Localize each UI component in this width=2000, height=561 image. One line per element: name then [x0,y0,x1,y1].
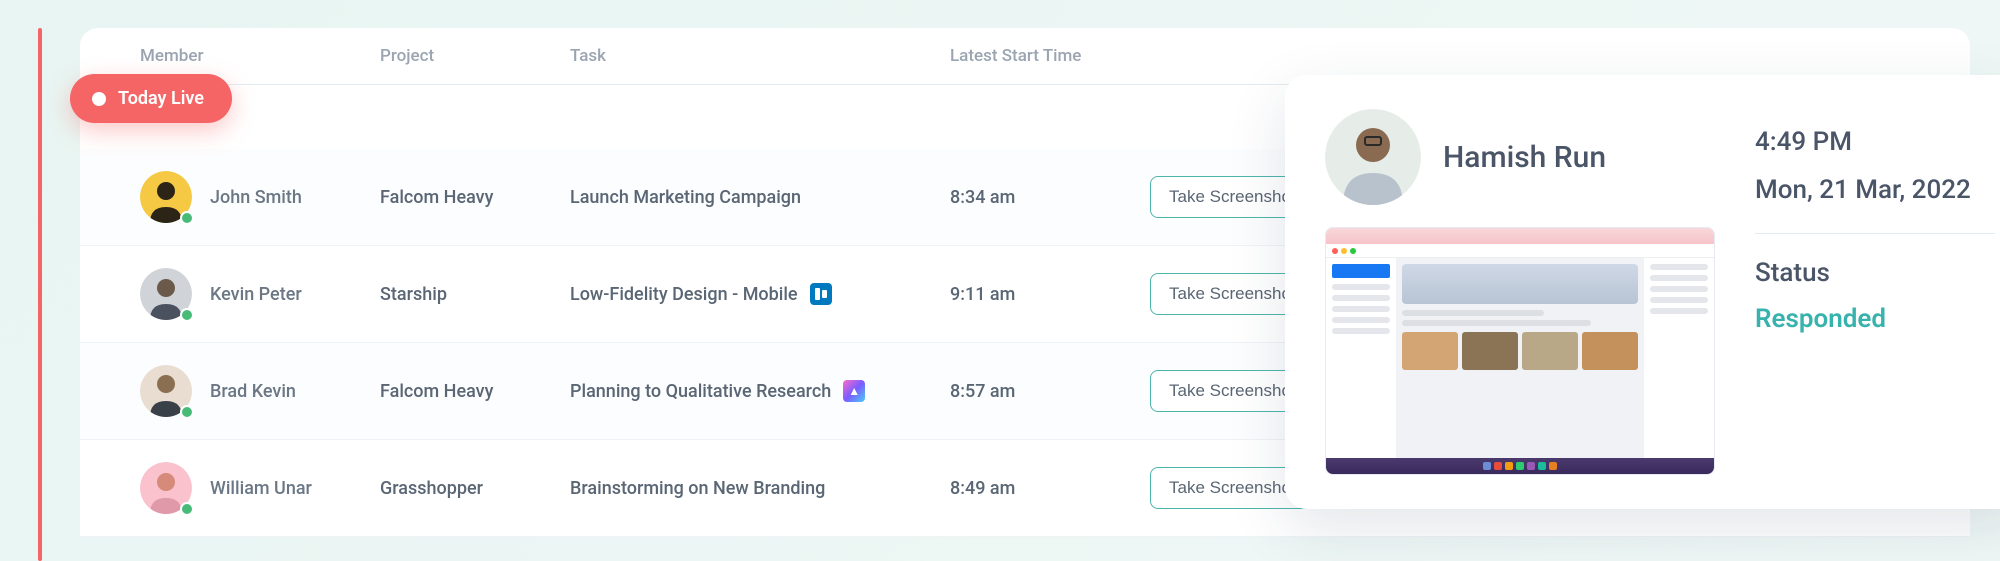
trello-icon [810,283,832,305]
member-name: John Smith [210,187,302,208]
start-time: 8:49 am [950,478,1150,499]
member-cell: Kevin Peter [140,268,380,320]
presence-online-icon [180,211,194,225]
project-name: Grasshopper [380,478,570,499]
member-cell: John Smith [140,171,380,223]
screenshot-thumbnail[interactable] [1325,227,1715,475]
project-name: Falcom Heavy [380,187,570,208]
presence-online-icon [180,502,194,516]
member-cell: William Unar [140,462,380,514]
header-member: Member [140,46,380,66]
avatar [140,365,192,417]
project-name: Starship [380,284,570,305]
start-time: 9:11 am [950,284,1150,305]
task-name: Planning to Qualitative Research [570,380,950,402]
live-badge-label: Today Live [118,88,204,109]
header-time: Latest Start Time [950,46,1150,66]
detail-date: Mon, 21 Mar, 2022 [1755,175,1995,205]
detail-divider [1755,233,1995,234]
project-name: Falcom Heavy [380,381,570,402]
task-name: Brainstorming on New Branding [570,478,950,499]
detail-meta: 4:49 PM Mon, 21 Mar, 2022 Status Respond… [1755,109,1995,475]
detail-avatar [1325,109,1421,205]
task-name: Launch Marketing Campaign [570,187,950,208]
presence-online-icon [180,308,194,322]
start-time: 8:34 am [950,187,1150,208]
live-dot-icon [92,92,106,106]
detail-status-value: Responded [1755,304,1995,334]
member-name: Brad Kevin [210,381,296,402]
clickup-icon [843,380,865,402]
header-project: Project [380,46,570,66]
detail-left: Hamish Run [1325,109,1715,475]
detail-status-label: Status [1755,258,1995,288]
start-time: 8:57 am [950,381,1150,402]
member-cell: Brad Kevin [140,365,380,417]
member-name: William Unar [210,478,312,499]
today-live-badge[interactable]: Today Live [70,74,232,123]
avatar [140,462,192,514]
member-name: Kevin Peter [210,284,302,305]
detail-time: 4:49 PM [1755,127,1995,157]
screenshot-detail-card: Hamish Run 4:49 PM Mon, 21 Mar, 2022 Sta… [1285,75,2000,509]
detail-header: Hamish Run [1325,109,1715,205]
detail-user-name: Hamish Run [1443,140,1606,175]
presence-online-icon [180,405,194,419]
avatar [140,171,192,223]
accent-bar [38,28,42,561]
header-task: Task [570,46,950,66]
avatar [140,268,192,320]
task-name: Low-Fidelity Design - Mobile [570,283,950,305]
